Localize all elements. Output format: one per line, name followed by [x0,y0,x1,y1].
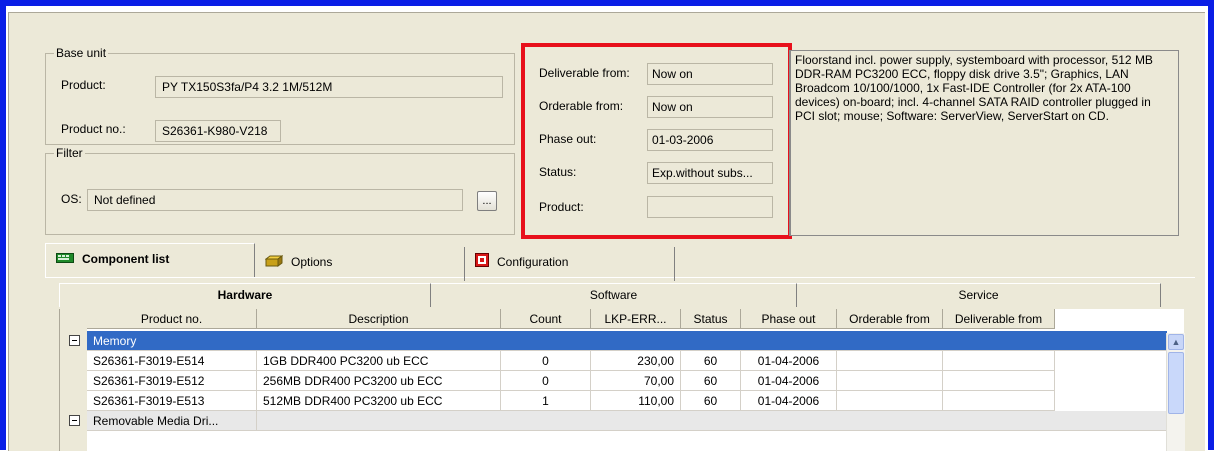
tab-configuration[interactable]: Configuration [465,247,675,281]
cell-deliverable-from [943,351,1055,371]
table-header: Product no. Description Count LKP-ERR...… [87,309,1167,329]
subtab-software-label: Software [589,288,638,302]
os-field[interactable]: Not defined [87,189,463,211]
cell-phase-out: 01-04-2006 [741,351,837,371]
configuration-icon [475,248,489,278]
description-text: Floorstand incl. power supply, systemboa… [789,50,1179,236]
col-lkp-err[interactable]: LKP-ERR... [591,309,681,329]
product-no-label: Product no.: [61,122,126,136]
col-phase-out[interactable]: Phase out [741,309,837,329]
cell-count: 0 [501,351,591,371]
main-panel: Base unit Product: PY TX150S3fa/P4 3.2 1… [8,12,1205,451]
tab-configuration-label: Configuration [497,255,569,269]
cell-count: 0 [501,371,591,391]
cell-phase-out: 01-04-2006 [741,371,837,391]
group-row-memory[interactable]: Memory [87,331,1167,351]
cell-lkp-err: 70,00 [591,371,681,391]
highlight-box [521,43,792,239]
table-row[interactable]: S26361-F3019-E513 512MB DDR400 PC3200 ub… [87,391,1167,411]
scroll-thumb[interactable] [1168,352,1184,414]
cell-status: 60 [681,351,741,371]
component-list-icon [56,245,74,275]
os-label: OS: [61,192,82,206]
col-product-no[interactable]: Product no. [87,309,257,329]
cell-product-no: S26361-F3019-E513 [87,391,257,411]
product-field[interactable]: PY TX150S3fa/P4 3.2 1M/512M [155,76,503,98]
group-memory-label: Memory [87,331,1167,351]
col-description[interactable]: Description [257,309,501,329]
product-label: Product: [61,78,106,92]
table-row[interactable]: S26361-F3019-E514 1GB DDR400 PC3200 ub E… [87,351,1167,371]
cell-status: 60 [681,371,741,391]
row-indicator-column [59,309,88,451]
tab-options-label: Options [291,255,333,269]
table-row[interactable]: S26361-F3019-E512 256MB DDR400 PC3200 ub… [87,371,1167,391]
subtab-service-label: Service [958,288,999,302]
subtab-hardware[interactable]: Hardware [59,283,431,307]
cell-description: 1GB DDR400 PC3200 ub ECC [257,351,501,371]
product-no-field[interactable]: S26361-K980-V218 [155,120,281,142]
cell-product-no: S26361-F3019-E514 [87,351,257,371]
cell-status: 60 [681,391,741,411]
subtab-hardware-label: Hardware [217,288,273,302]
cell-deliverable-from [943,371,1055,391]
filter-legend: Filter [54,146,85,160]
component-table: Product no. Description Count LKP-ERR...… [87,309,1184,451]
cell-orderable-from [837,371,943,391]
group-removable-media-label: Removable Media Dri... [87,411,257,431]
group-removable-media-fill [257,411,1167,431]
cell-phase-out: 01-04-2006 [741,391,837,411]
col-status[interactable]: Status [681,309,741,329]
table-scrollbar[interactable]: ▲ [1166,333,1185,451]
cell-lkp-err: 110,00 [591,391,681,411]
cell-description: 256MB DDR400 PC3200 ub ECC [257,371,501,391]
subtab-service[interactable]: Service [797,283,1161,307]
base-unit-legend: Base unit [54,46,109,60]
group-row-removable-media[interactable]: Removable Media Dri... [87,411,1167,431]
col-count[interactable]: Count [501,309,591,329]
os-browse-button[interactable]: ... [477,191,497,211]
col-orderable-from[interactable]: Orderable from [837,309,943,329]
scroll-up-icon[interactable]: ▲ [1168,334,1184,350]
cell-description: 512MB DDR400 PC3200 ub ECC [257,391,501,411]
cell-product-no: S26361-F3019-E512 [87,371,257,391]
options-icon [264,248,284,278]
cell-lkp-err: 230,00 [591,351,681,371]
cell-count: 1 [501,391,591,411]
subtab-software[interactable]: Software [431,283,797,307]
tab-component-list[interactable]: Component list [45,243,255,277]
col-deliverable-from[interactable]: Deliverable from [943,309,1055,329]
tab-component-list-label: Component list [82,252,170,266]
cell-orderable-from [837,391,943,411]
cell-deliverable-from [943,391,1055,411]
cell-orderable-from [837,351,943,371]
tab-options[interactable]: Options [255,247,465,281]
